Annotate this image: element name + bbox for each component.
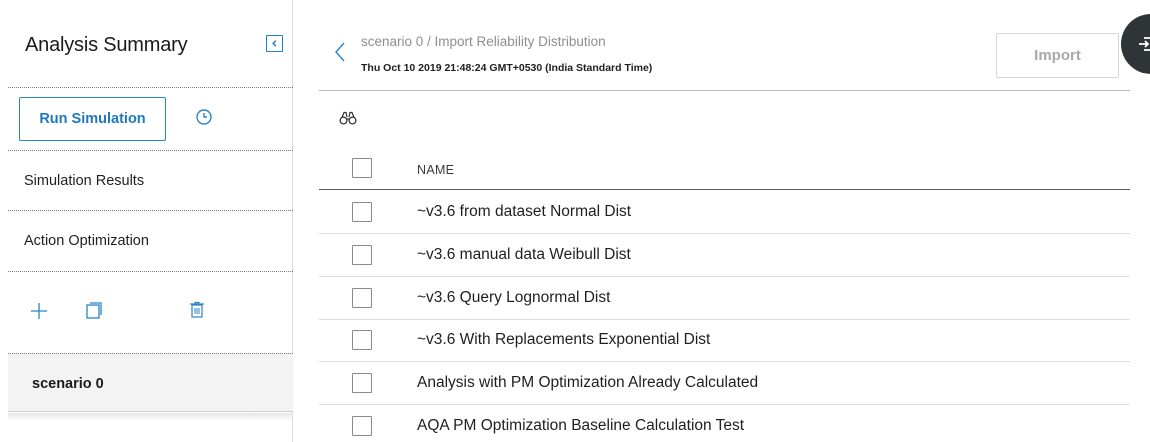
column-header-name[interactable]: NAME xyxy=(417,163,454,177)
sidebar-title: Analysis Summary xyxy=(25,34,188,56)
timestamp: Thu Oct 10 2019 21:48:24 GMT+0530 (India… xyxy=(361,62,653,74)
divider xyxy=(8,271,293,272)
sign-in-icon xyxy=(1139,37,1150,51)
table-row[interactable]: ~v3.6 With Replacements Exponential Dist xyxy=(417,331,710,349)
plus-icon[interactable] xyxy=(30,302,48,320)
row-divider xyxy=(319,276,1130,277)
floating-action-button[interactable] xyxy=(1121,14,1150,74)
row-divider xyxy=(319,404,1130,405)
collapse-panel-icon[interactable] xyxy=(266,35,283,52)
table-header-divider xyxy=(319,189,1130,190)
clock-icon[interactable] xyxy=(194,107,214,127)
row-divider xyxy=(319,319,1130,320)
row-divider xyxy=(319,233,1130,234)
divider xyxy=(8,150,293,151)
sidebar-item-action-optimization[interactable]: Action Optimization xyxy=(24,233,149,249)
table-row[interactable]: ~v3.6 from dataset Normal Dist xyxy=(417,203,631,221)
table-row[interactable]: ~v3.6 Query Lognormal Dist xyxy=(417,289,610,307)
breadcrumb: scenario 0 / Import Reliability Distribu… xyxy=(361,34,606,49)
row-checkbox[interactable] xyxy=(352,373,372,393)
table-row[interactable]: ~v3.6 manual data Weibull Dist xyxy=(417,246,631,264)
divider xyxy=(8,210,293,211)
run-simulation-button[interactable]: Run Simulation xyxy=(19,97,166,141)
scenario-label: scenario 0 xyxy=(32,376,104,392)
chevron-left-icon[interactable] xyxy=(333,41,347,63)
row-checkbox[interactable] xyxy=(352,245,372,265)
sidebar-item-simulation-results[interactable]: Simulation Results xyxy=(24,173,144,189)
divider xyxy=(8,87,293,88)
header-divider xyxy=(319,90,1130,91)
row-checkbox[interactable] xyxy=(352,416,372,436)
trash-icon[interactable] xyxy=(189,301,205,319)
table-row[interactable]: Analysis with PM Optimization Already Ca… xyxy=(417,374,758,392)
row-checkbox[interactable] xyxy=(352,202,372,222)
import-button[interactable]: Import xyxy=(996,33,1119,78)
row-checkbox[interactable] xyxy=(352,288,372,308)
select-all-checkbox[interactable] xyxy=(352,158,372,178)
analysis-sidebar: Analysis Summary Run Simulation Simulati… xyxy=(0,0,293,442)
table-row[interactable]: AQA PM Optimization Baseline Calculation… xyxy=(417,417,744,435)
scenario-shadow xyxy=(8,413,293,421)
row-divider xyxy=(319,361,1130,362)
copy-icon[interactable] xyxy=(85,301,103,320)
scenario-item[interactable]: scenario 0 xyxy=(8,353,293,412)
row-checkbox[interactable] xyxy=(352,330,372,350)
binoculars-icon[interactable] xyxy=(339,111,357,125)
